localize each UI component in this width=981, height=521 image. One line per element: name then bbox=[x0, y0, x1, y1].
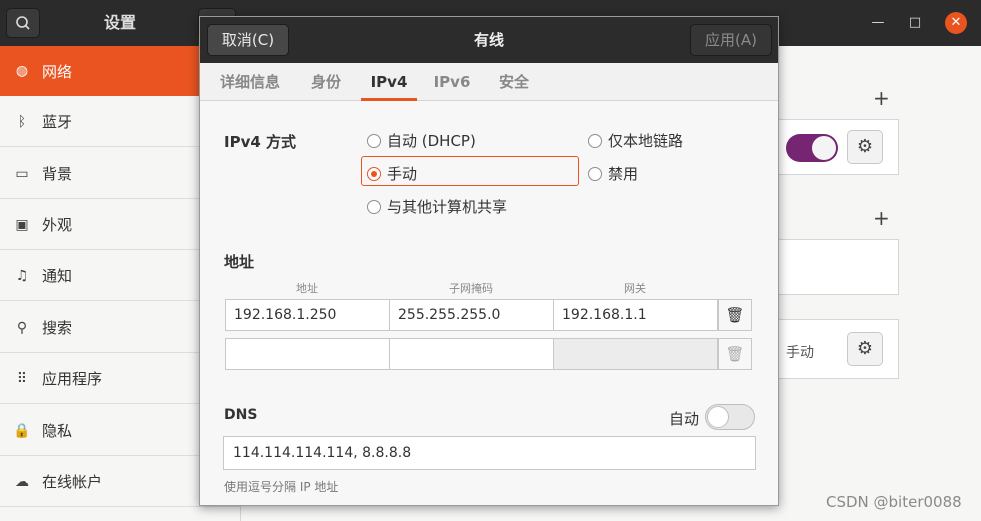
maximize-icon[interactable]: □ bbox=[904, 12, 926, 34]
dns-input[interactable]: 114.114.114.114, 8.8.8.8 bbox=[223, 436, 756, 470]
radio-disabled[interactable]: 禁用 bbox=[588, 163, 638, 184]
dialog-headerbar: 取消(C) 有线 应用(A) bbox=[200, 17, 778, 63]
background-icon: ▭ bbox=[15, 165, 29, 182]
close-icon[interactable]: ✕ bbox=[945, 12, 967, 34]
radio-indicator bbox=[367, 133, 381, 148]
address-section-label: 地址 bbox=[224, 253, 255, 271]
column-header-gateway: 网关 bbox=[624, 282, 646, 295]
delete-address-button[interactable]: 🗑 bbox=[718, 299, 752, 331]
column-header-address: 地址 bbox=[296, 282, 318, 295]
gear-icon: ⚙ bbox=[856, 338, 874, 359]
dialog-title: 有线 bbox=[473, 31, 504, 49]
radio-manual[interactable]: 手动 bbox=[367, 163, 417, 184]
radio-label: 手动 bbox=[387, 165, 418, 183]
settings-title: 设置 bbox=[103, 13, 136, 32]
netmask-input[interactable] bbox=[389, 338, 554, 370]
gateway-input[interactable]: 192.168.1.1 bbox=[553, 299, 718, 331]
search-button[interactable] bbox=[6, 8, 40, 38]
lock-icon: 🔒 bbox=[13, 422, 31, 439]
tab-identity[interactable]: 身份 bbox=[304, 63, 348, 101]
radio-indicator bbox=[588, 166, 602, 181]
cancel-button[interactable]: 取消(C) bbox=[207, 24, 289, 56]
ipv4-method-label: IPv4 方式 bbox=[224, 133, 297, 151]
tab-security[interactable]: 安全 bbox=[492, 63, 536, 101]
radio-indicator bbox=[588, 133, 602, 148]
search-icon: ⚲ bbox=[16, 319, 28, 336]
wired-settings-button[interactable]: ⚙ bbox=[847, 130, 883, 164]
dns-auto-toggle[interactable] bbox=[705, 404, 755, 430]
minimize-icon[interactable]: — bbox=[867, 12, 889, 34]
radio-label: 禁用 bbox=[608, 165, 639, 183]
gear-icon: ⚙ bbox=[856, 136, 874, 157]
proxy-settings-button[interactable]: ⚙ bbox=[847, 332, 883, 366]
sidebar-item-label: 搜索 bbox=[42, 319, 73, 337]
radio-indicator bbox=[367, 166, 381, 181]
sidebar-item-label: 隐私 bbox=[42, 422, 73, 440]
sidebar-item-label: 应用程序 bbox=[42, 370, 103, 388]
radio-link-local[interactable]: 仅本地链路 bbox=[588, 130, 683, 151]
sidebar-item-label: 外观 bbox=[42, 216, 73, 234]
tab-details[interactable]: 详细信息 bbox=[214, 63, 286, 101]
search-icon bbox=[16, 16, 30, 30]
toggle-knob bbox=[812, 136, 836, 160]
dns-label: DNS bbox=[224, 407, 258, 423]
apps-icon: ⠿ bbox=[16, 370, 28, 387]
radio-auto-dhcp[interactable]: 自动 (DHCP) bbox=[367, 130, 476, 151]
sidebar-item-label: 在线帐户 bbox=[42, 473, 103, 491]
watermark: CSDN @biter0088 bbox=[826, 493, 962, 511]
address-input[interactable]: 192.168.1.250 bbox=[225, 299, 390, 331]
radio-label: 仅本地链路 bbox=[608, 132, 684, 150]
gateway-input[interactable] bbox=[553, 338, 718, 370]
sidebar-item-label: 通知 bbox=[42, 267, 73, 285]
add-connection-icon[interactable]: + bbox=[873, 88, 890, 108]
trash-icon: 🗑 bbox=[725, 345, 745, 363]
wired-toggle[interactable] bbox=[786, 134, 838, 162]
add-vpn-icon[interactable]: + bbox=[873, 208, 890, 228]
radio-shared[interactable]: 与其他计算机共享 bbox=[367, 196, 507, 217]
sidebar-item-label: 背景 bbox=[42, 165, 73, 183]
delete-address-button[interactable]: 🗑 bbox=[718, 338, 752, 370]
network-icon: ◍ bbox=[15, 63, 29, 79]
wired-dialog: 取消(C) 有线 应用(A) 详细信息 身份 IPv4 IPv6 安全 IPv4… bbox=[199, 16, 779, 506]
bluetooth-icon: ᛒ bbox=[17, 113, 27, 130]
address-input[interactable] bbox=[225, 338, 390, 370]
proxy-mode-value: 手动 bbox=[786, 345, 814, 361]
radio-label: 自动 (DHCP) bbox=[387, 132, 476, 150]
dialog-tabs: 详细信息 身份 IPv4 IPv6 安全 bbox=[200, 63, 778, 101]
apply-button[interactable]: 应用(A) bbox=[690, 24, 772, 56]
tab-ipv6[interactable]: IPv6 bbox=[429, 63, 475, 101]
dns-auto-label: 自动 bbox=[669, 410, 700, 428]
trash-icon: 🗑 bbox=[725, 306, 745, 324]
netmask-input[interactable]: 255.255.255.0 bbox=[389, 299, 554, 331]
dns-hint: 使用逗号分隔 IP 地址 bbox=[224, 480, 339, 494]
vpn-card bbox=[771, 239, 899, 295]
column-header-netmask: 子网掩码 bbox=[449, 282, 493, 295]
appearance-icon: ▣ bbox=[15, 216, 29, 233]
sidebar-item-label: 网络 bbox=[42, 62, 73, 81]
toggle-knob bbox=[707, 406, 729, 428]
radio-indicator bbox=[367, 199, 381, 214]
cloud-icon: ☁ bbox=[15, 473, 29, 490]
radio-label: 与其他计算机共享 bbox=[387, 198, 508, 216]
bell-icon: ♫ bbox=[15, 267, 29, 284]
tab-ipv4[interactable]: IPv4 bbox=[361, 63, 417, 101]
sidebar-item-label: 蓝牙 bbox=[42, 113, 73, 131]
